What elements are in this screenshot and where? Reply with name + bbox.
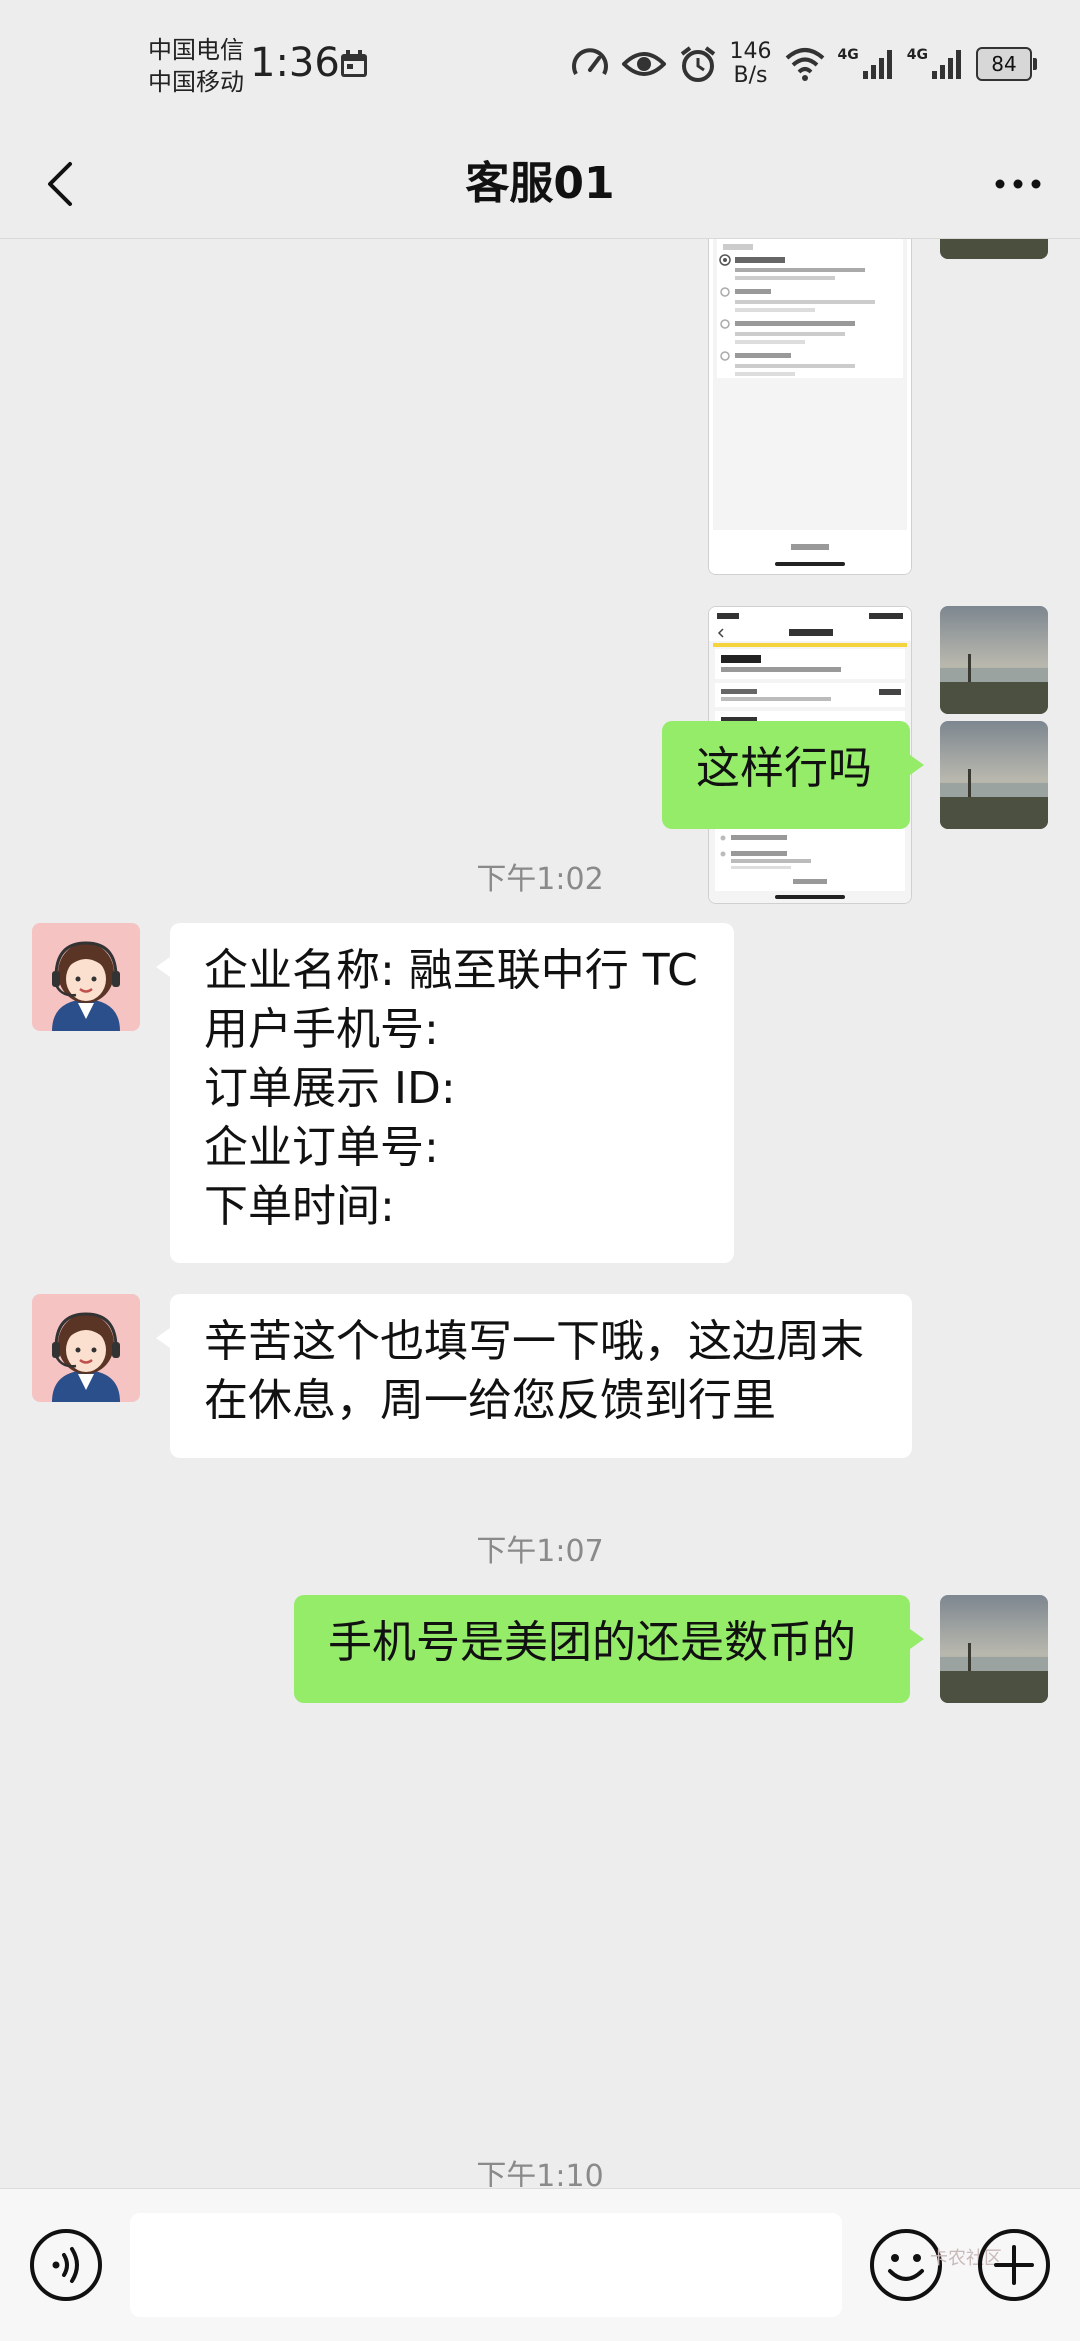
sent-screenshot-image[interactable] (708, 239, 912, 575)
my-message-bubble[interactable]: 这样行吗 (662, 721, 924, 829)
calendar-icon (341, 50, 367, 77)
timestamp: 下午1:07 (476, 1534, 604, 1569)
message-list[interactable]: 这样行吗 下午1:02 企业名称: 融至联中行 TC 用户手机号: 订单展示 I… (0, 239, 1080, 2187)
more-options-icon[interactable] (986, 152, 1050, 216)
timestamp: 下午1:02 (476, 862, 604, 897)
carrier-labels: 中国电信 中国移动 (148, 34, 244, 98)
wifi-icon (785, 48, 824, 81)
carrier-2: 中国移动 (148, 68, 244, 96)
agent-message-bubble[interactable]: 辛苦这个也填写一下哦，这边周末 在休息，周一给您反馈到行里 (156, 1294, 912, 1458)
eye-icon (621, 52, 666, 76)
my-avatar[interactable] (940, 239, 1048, 259)
my-avatar[interactable] (940, 606, 1048, 714)
network-speed-value: 146 (729, 39, 772, 64)
battery-indicator: 84 (976, 47, 1037, 81)
timestamp: 下午1:10 (476, 2159, 604, 2187)
sim2-tech-label: 4G (906, 47, 928, 63)
my-avatar[interactable] (940, 721, 1048, 829)
message-input[interactable] (130, 2213, 842, 2317)
sim1-tech-label: 4G (837, 47, 859, 63)
my-message-bubble[interactable]: 手机号是美团的还是数币的 (294, 1595, 924, 1703)
alarm-icon (680, 46, 715, 82)
network-speed-unit: B/s (733, 63, 768, 88)
chat-header: 客服01 (0, 130, 1080, 239)
agent-avatar[interactable] (32, 1294, 140, 1402)
screenshot-content (709, 239, 911, 574)
clock: 1:36 (250, 40, 340, 86)
speedometer-icon (571, 48, 608, 75)
voice-input-icon[interactable] (28, 2227, 104, 2303)
status-icons: 146 B/s 4G 4G 84 (570, 34, 1037, 94)
agent-message-bubble[interactable]: 企业名称: 融至联中行 TC 用户手机号: 订单展示 ID: 企业订单号: 下单… (156, 923, 734, 1263)
carrier-1: 中国电信 (148, 36, 244, 64)
signal-icon (862, 50, 892, 79)
plus-icon[interactable] (976, 2227, 1052, 2303)
signal-icon (932, 50, 961, 79)
chat-title: 客服01 (465, 158, 615, 209)
input-bar: 卡农社区 (0, 2188, 1080, 2341)
network-speed: 146 B/s (730, 40, 772, 88)
my-avatar[interactable] (940, 1595, 1048, 1703)
agent-avatar[interactable] (32, 923, 140, 1031)
status-bar: 中国电信 中国移动 1:36 146 B/s 4G 4G 84 (0, 0, 1080, 130)
